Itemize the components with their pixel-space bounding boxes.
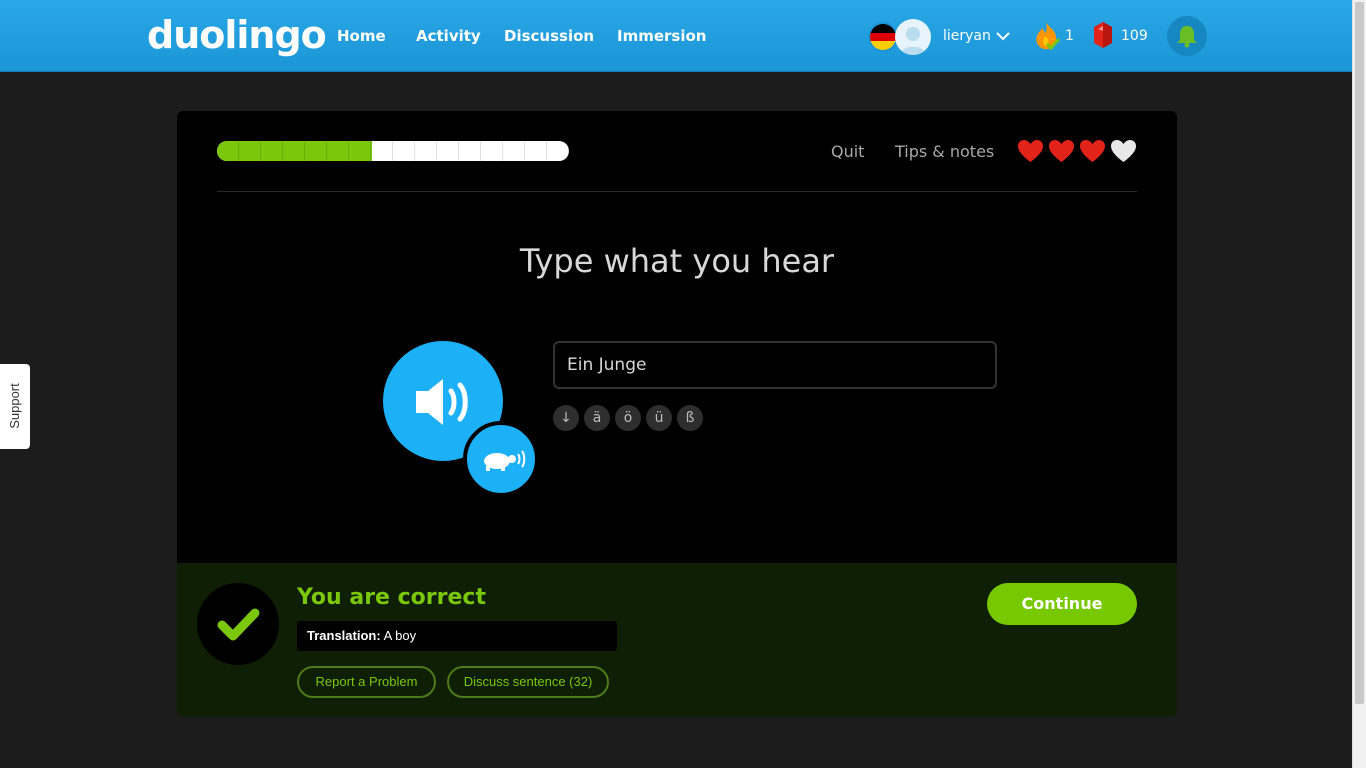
correct-badge — [197, 583, 279, 665]
translation-label: Translation: — [307, 628, 381, 643]
result-heading: You are correct — [297, 585, 486, 610]
streak-count: 1 — [1065, 28, 1074, 44]
vertical-scrollbar[interactable] — [1352, 0, 1366, 768]
continue-button[interactable]: Continue — [987, 583, 1137, 625]
heart-full-icon — [1018, 140, 1043, 162]
answer-input[interactable]: Ein Junge — [553, 341, 997, 389]
challenge-prompt: Type what you hear — [519, 242, 835, 280]
nav-immersion[interactable]: Immersion — [617, 24, 706, 48]
char-button-u-umlaut[interactable]: ü — [646, 405, 672, 431]
heart-empty-icon — [1111, 140, 1136, 162]
discuss-sentence-button[interactable]: Discuss sentence (32) — [447, 666, 609, 698]
char-button-eszett[interactable]: ß — [677, 405, 703, 431]
support-tab[interactable]: Support — [0, 364, 30, 449]
scrollbar-thumb[interactable] — [1355, 2, 1364, 704]
bell-icon — [1177, 26, 1197, 48]
tips-notes-link[interactable]: Tips & notes — [895, 141, 994, 163]
nav-discussion[interactable]: Discussion — [504, 24, 594, 48]
lingot-gem-icon[interactable] — [1092, 21, 1114, 49]
streak-flame-icon[interactable] — [1033, 20, 1061, 52]
translation-text: A boy — [383, 628, 417, 643]
char-button-o-umlaut[interactable]: ö — [615, 405, 641, 431]
lesson-progress-bar — [217, 141, 569, 161]
nav-home[interactable]: Home — [337, 24, 386, 48]
result-footer: You are correct Translation: A boy Repor… — [177, 563, 1177, 717]
duolingo-logo[interactable]: duolingo — [147, 12, 327, 58]
notifications-button[interactable] — [1167, 16, 1207, 56]
chevron-down-icon[interactable] — [994, 27, 1012, 45]
nav-activity[interactable]: Activity — [416, 24, 481, 48]
support-tab-label: Support — [7, 383, 22, 429]
report-problem-button[interactable]: Report a Problem — [297, 666, 436, 698]
char-button-a-umlaut[interactable]: ä — [584, 405, 610, 431]
heart-full-icon — [1049, 140, 1074, 162]
username-label[interactable]: lieryan — [943, 25, 991, 47]
heart-full-icon — [1080, 140, 1105, 162]
quit-link[interactable]: Quit — [831, 141, 864, 163]
german-flag-icon[interactable] — [868, 22, 898, 52]
turtle-icon — [484, 450, 526, 471]
top-navigation-bar: duolingo Home Activity Discussion Immers… — [0, 0, 1352, 72]
hearts-container — [1017, 139, 1141, 167]
play-slow-audio-button[interactable] — [463, 421, 539, 497]
checkmark-icon — [217, 608, 260, 641]
char-button-toggle[interactable]: ↓ — [553, 405, 579, 431]
avatar[interactable] — [895, 19, 931, 55]
user-silhouette-icon — [900, 27, 926, 55]
translation-box: Translation: A boy — [297, 621, 617, 651]
header-divider — [217, 191, 1137, 192]
progress-ticks — [217, 141, 569, 161]
lesson-card: Quit Tips & notes Type what you hear Ein… — [177, 111, 1177, 717]
lingot-count: 109 — [1121, 28, 1148, 44]
special-characters-bar: ↓ ä ö ü ß — [553, 405, 708, 431]
